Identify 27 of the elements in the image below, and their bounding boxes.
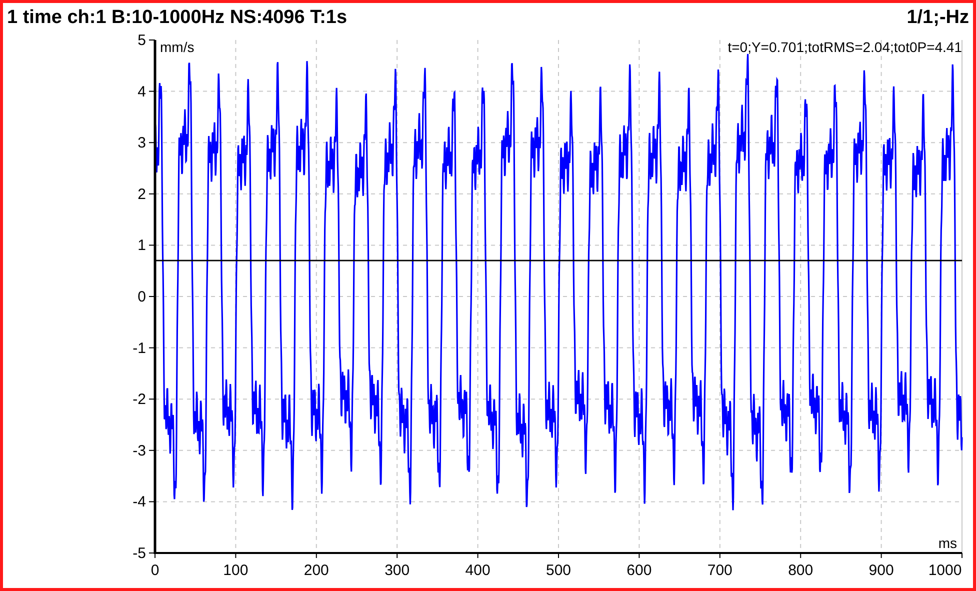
y-tick-label: -4 — [132, 494, 146, 511]
x-tick-label: 1000 — [928, 562, 962, 579]
y-tick-label: 2 — [138, 186, 146, 203]
y-axis-unit: mm/s — [160, 39, 194, 55]
x-tick-label: 200 — [304, 562, 329, 579]
x-tick-label: 300 — [384, 562, 410, 579]
cursor-readout: t=0;Y=0.701;totRMS=2.04;tot0P=4.41 — [728, 39, 962, 55]
x-tick-label: 500 — [546, 562, 572, 579]
y-tick-label: 4 — [138, 83, 146, 100]
y-tick-label: -1 — [132, 340, 146, 357]
y-tick-label: 1 — [138, 237, 146, 254]
y-tick-label: 5 — [138, 33, 146, 49]
x-tick-label: 600 — [626, 562, 652, 579]
x-tick-label: 700 — [707, 562, 732, 579]
chart-title: 1 time ch:1 B:10-1000Hz NS:4096 T:1s — [7, 6, 348, 30]
y-tick-label: -2 — [132, 391, 146, 408]
page-indicator: 1/1;-Hz — [906, 6, 969, 30]
y-tick-label: 3 — [138, 134, 146, 152]
x-tick-label: 0 — [150, 562, 160, 579]
x-tick-label: 100 — [223, 562, 248, 579]
x-axis-unit: ms — [938, 535, 957, 551]
x-tick-label: 900 — [868, 562, 894, 579]
y-tick-label: -3 — [132, 442, 146, 460]
y-tick-label: 0 — [138, 288, 146, 306]
x-tick-label: 800 — [788, 562, 814, 579]
y-tick-label: -5 — [132, 545, 146, 562]
x-tick-label: 400 — [465, 562, 490, 579]
